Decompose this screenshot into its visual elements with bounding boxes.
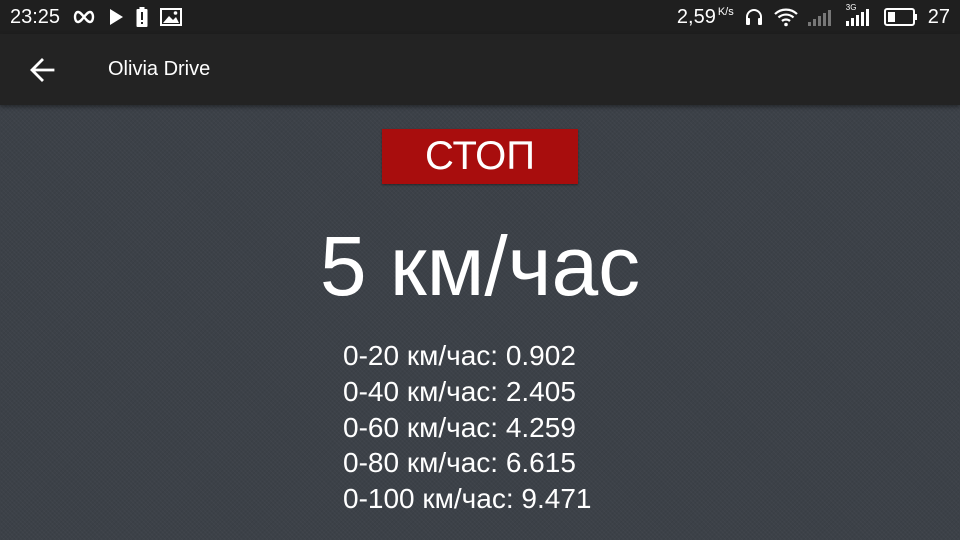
status-bar: 23:25 2,59 K/s 3G 27 [0, 0, 960, 34]
back-button[interactable] [20, 48, 64, 92]
signal-icon [807, 6, 836, 28]
infinity-icon [72, 6, 96, 28]
play-icon [108, 6, 124, 28]
result-row: 0-20 км/час: 0.902 [343, 340, 576, 371]
arrow-back-icon [30, 57, 55, 82]
current-speed: 5 км/час [319, 219, 641, 313]
status-right: 2,59 K/s 3G 27 [676, 3, 950, 29]
status-time: 23:25 [10, 5, 61, 28]
signal-3g-icon: 3G [845, 3, 874, 28]
result-row: 0-40 км/час: 2.405 [343, 375, 576, 407]
battery-alert-icon [136, 6, 148, 28]
app-bar: Olivia Drive [0, 34, 960, 105]
network-speed: 2,59 K/s [676, 5, 734, 28]
image-icon [160, 6, 183, 28]
stop-button[interactable]: СТОП [382, 129, 578, 184]
app-title: Olivia Drive [108, 58, 211, 80]
network-type-label: 3G [845, 3, 857, 12]
result-row: 0-80 км/час: 6.615 [343, 447, 576, 479]
battery-level: 27 [927, 5, 950, 28]
headphones-icon [744, 6, 764, 28]
status-left: 23:25 [10, 5, 183, 29]
network-speed-unit: K/s [717, 5, 734, 18]
result-row: 0-60 км/час: 4.259 [343, 411, 576, 443]
acceleration-results: 0-20 км/час: 0.902 0-40 км/час: 2.405 0-… [343, 338, 591, 517]
result-row: 0-100 км/час: 9.471 [343, 483, 592, 515]
battery-icon [883, 6, 918, 28]
wifi-icon [773, 6, 798, 28]
